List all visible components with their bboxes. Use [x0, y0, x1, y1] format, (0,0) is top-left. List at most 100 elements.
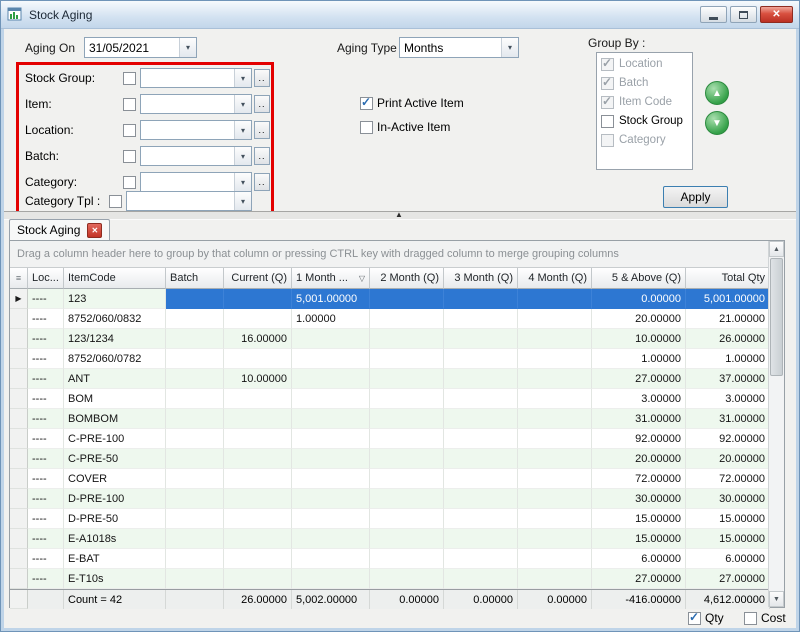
column-header[interactable]: Total Qty: [686, 268, 770, 289]
table-cell[interactable]: [166, 489, 224, 509]
table-cell[interactable]: D-PRE-100: [64, 489, 166, 509]
grid-menu-icon[interactable]: ≡: [10, 268, 28, 289]
table-cell[interactable]: [518, 429, 592, 449]
table-cell[interactable]: 1.00000: [686, 349, 770, 369]
table-cell[interactable]: 30.00000: [592, 489, 686, 509]
table-cell[interactable]: D-PRE-50: [64, 509, 166, 529]
table-cell[interactable]: [370, 469, 444, 489]
table-cell[interactable]: [292, 409, 370, 429]
browse-button[interactable]: ..: [254, 95, 270, 113]
group-by-item[interactable]: Item Code: [597, 91, 692, 110]
print-active-item-option[interactable]: Print Active Item: [360, 96, 464, 110]
table-cell[interactable]: 27.00000: [686, 569, 770, 589]
table-cell[interactable]: [166, 289, 224, 309]
chevron-down-icon[interactable]: ▾: [234, 95, 251, 113]
table-cell[interactable]: [370, 409, 444, 429]
table-cell[interactable]: 37.00000: [686, 369, 770, 389]
filter-combobox[interactable]: ▾: [140, 120, 252, 140]
table-cell[interactable]: [444, 449, 518, 469]
table-cell[interactable]: [444, 569, 518, 589]
filter-combobox[interactable]: ▾: [140, 146, 252, 166]
table-cell[interactable]: 6.00000: [686, 549, 770, 569]
table-cell[interactable]: ----: [28, 409, 64, 429]
group-by-item-checkbox[interactable]: [601, 77, 614, 90]
filter-combobox[interactable]: ▾: [140, 94, 252, 114]
table-cell[interactable]: BOMBOM: [64, 409, 166, 429]
scroll-up-button[interactable]: ▲: [769, 241, 784, 257]
table-cell[interactable]: 5,001.00000: [686, 289, 770, 309]
table-cell[interactable]: [292, 509, 370, 529]
table-cell[interactable]: 1.00000: [592, 349, 686, 369]
table-cell[interactable]: [224, 469, 292, 489]
table-cell[interactable]: [518, 369, 592, 389]
table-cell[interactable]: 10.00000: [592, 329, 686, 349]
table-cell[interactable]: [166, 429, 224, 449]
table-cell[interactable]: [166, 389, 224, 409]
filter-checkbox[interactable]: [123, 72, 136, 85]
table-cell[interactable]: [444, 309, 518, 329]
table-cell[interactable]: ----: [28, 529, 64, 549]
tab-stock-aging[interactable]: Stock Aging ✕: [9, 219, 110, 240]
table-cell[interactable]: [292, 469, 370, 489]
table-cell[interactable]: [518, 489, 592, 509]
table-cell[interactable]: [370, 509, 444, 529]
table-cell[interactable]: 20.00000: [592, 449, 686, 469]
table-cell[interactable]: 92.00000: [686, 429, 770, 449]
chevron-down-icon[interactable]: ▾: [501, 38, 518, 57]
table-cell[interactable]: ----: [28, 329, 64, 349]
table-cell[interactable]: 0.00000: [592, 289, 686, 309]
scrollbar-thumb[interactable]: [770, 258, 783, 376]
table-cell[interactable]: [224, 389, 292, 409]
table-row[interactable]: ----E-BAT6.000006.00000: [10, 549, 770, 569]
table-cell[interactable]: [370, 449, 444, 469]
column-header[interactable]: 3 Month (Q): [444, 268, 518, 289]
table-row[interactable]: ----C-PRE-10092.0000092.00000: [10, 429, 770, 449]
table-cell[interactable]: [444, 409, 518, 429]
table-cell[interactable]: [370, 529, 444, 549]
minimize-button[interactable]: [700, 6, 727, 23]
table-cell[interactable]: 20.00000: [592, 309, 686, 329]
table-row[interactable]: ----COVER72.0000072.00000: [10, 469, 770, 489]
table-cell[interactable]: ----: [28, 469, 64, 489]
table-cell[interactable]: 21.00000: [686, 309, 770, 329]
table-cell[interactable]: ----: [28, 309, 64, 329]
table-row[interactable]: ----D-PRE-5015.0000015.00000: [10, 509, 770, 529]
table-cell[interactable]: [518, 549, 592, 569]
table-cell[interactable]: 27.00000: [592, 369, 686, 389]
table-cell[interactable]: 123/1234: [64, 329, 166, 349]
filter-checkbox[interactable]: [123, 124, 136, 137]
table-cell[interactable]: 5,001.00000: [292, 289, 370, 309]
table-cell[interactable]: [166, 349, 224, 369]
vertical-scrollbar[interactable]: ▲ ▼: [768, 241, 784, 607]
table-cell[interactable]: [518, 529, 592, 549]
print-active-item-checkbox[interactable]: [360, 97, 373, 110]
table-cell[interactable]: [292, 489, 370, 509]
table-cell[interactable]: COVER: [64, 469, 166, 489]
table-cell[interactable]: [166, 369, 224, 389]
table-row[interactable]: ----8752/060/07821.000001.00000: [10, 349, 770, 369]
table-cell[interactable]: [292, 369, 370, 389]
close-button[interactable]: ✕: [760, 6, 793, 23]
table-cell[interactable]: [370, 329, 444, 349]
table-cell[interactable]: E-A1018s: [64, 529, 166, 549]
table-cell[interactable]: [166, 529, 224, 549]
chevron-down-icon[interactable]: ▾: [179, 38, 196, 57]
table-row[interactable]: ▶----1235,001.000000.000005,001.00000: [10, 289, 770, 309]
table-cell[interactable]: ----: [28, 429, 64, 449]
column-header[interactable]: Current (Q): [224, 268, 292, 289]
table-cell[interactable]: 15.00000: [592, 529, 686, 549]
filter-checkbox[interactable]: [123, 98, 136, 111]
table-cell[interactable]: [444, 289, 518, 309]
column-header[interactable]: Batch: [166, 268, 224, 289]
table-cell[interactable]: 72.00000: [686, 469, 770, 489]
table-cell[interactable]: ----: [28, 489, 64, 509]
table-cell[interactable]: [292, 329, 370, 349]
table-row[interactable]: ----E-T10s27.0000027.00000: [10, 569, 770, 589]
table-cell[interactable]: [444, 489, 518, 509]
group-by-item[interactable]: Batch: [597, 72, 692, 91]
table-cell[interactable]: [166, 309, 224, 329]
table-cell[interactable]: C-PRE-100: [64, 429, 166, 449]
table-cell[interactable]: [370, 549, 444, 569]
table-cell[interactable]: 6.00000: [592, 549, 686, 569]
table-cell[interactable]: [166, 509, 224, 529]
